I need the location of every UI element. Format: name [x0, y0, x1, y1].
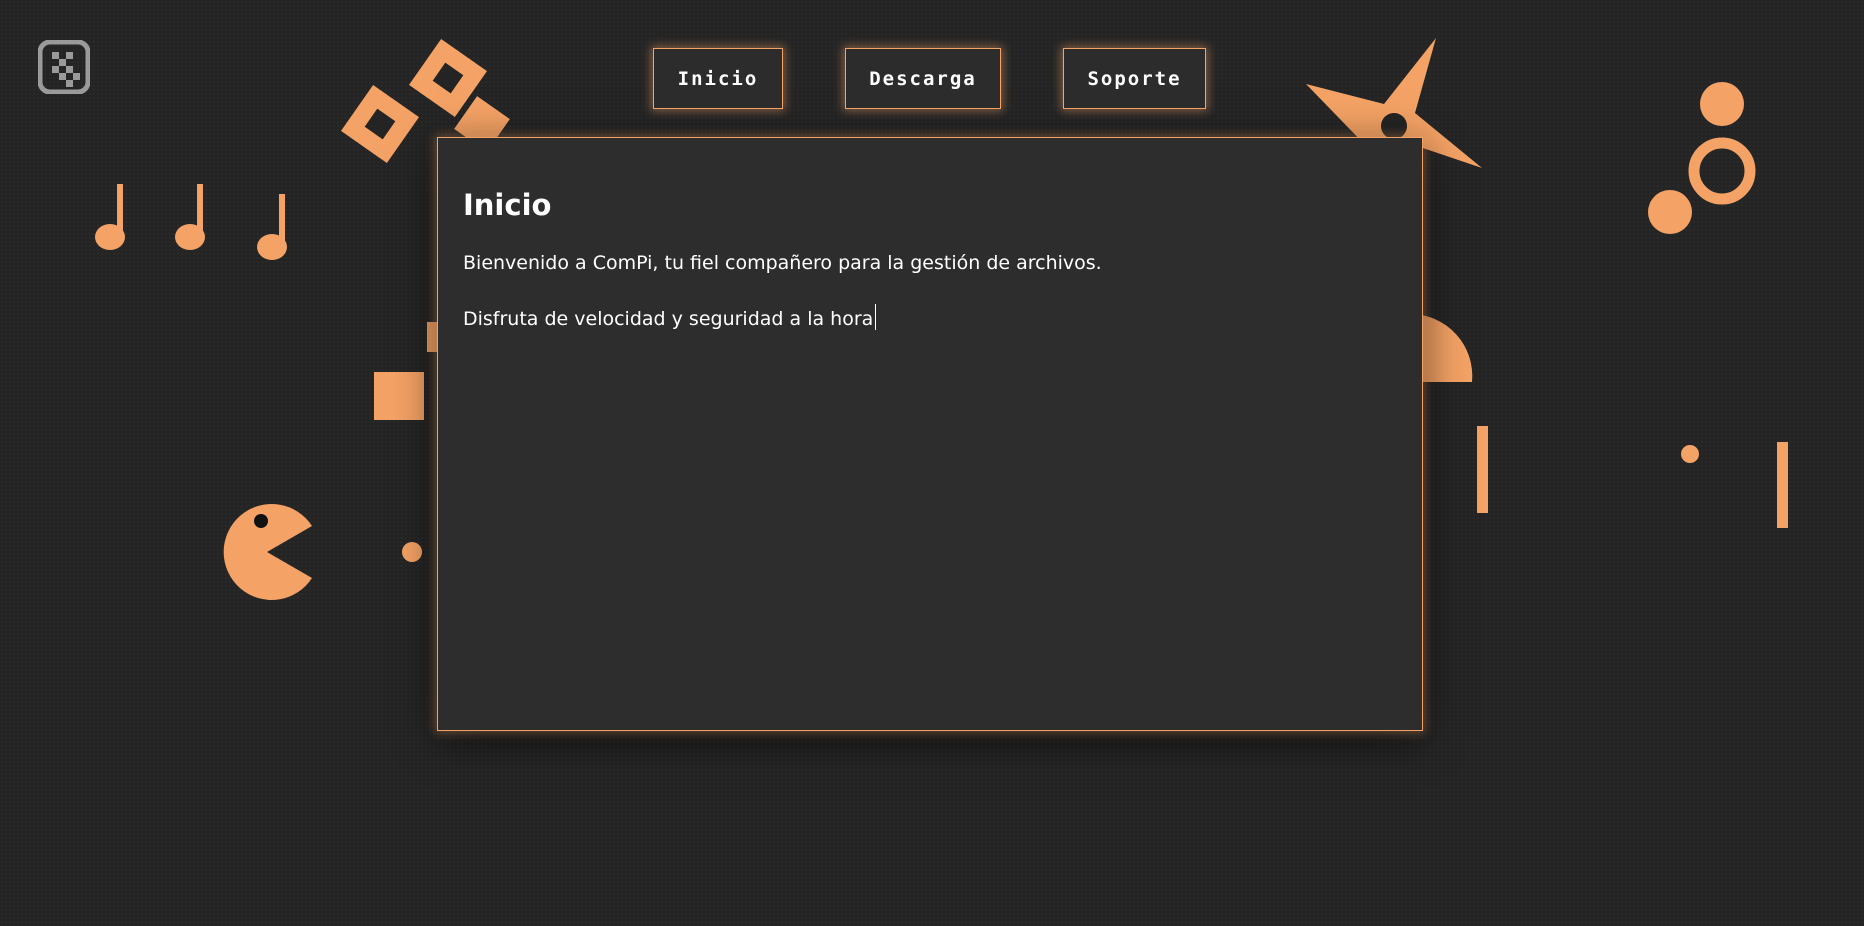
bar-shape — [1777, 442, 1788, 528]
square-shape — [374, 372, 424, 420]
music-note-icon — [95, 184, 125, 250]
nav-button-descarga[interactable]: Descarga — [845, 48, 1001, 109]
text-caret — [875, 304, 877, 330]
dot-shape — [402, 542, 422, 562]
bar-shape — [1477, 426, 1488, 513]
typing-text: Disfruta de velocidad y seguridad a la h… — [463, 308, 874, 330]
circle-shape — [1648, 190, 1692, 234]
dot-shape — [1681, 445, 1699, 463]
music-note-icon — [175, 184, 205, 250]
typing-text-line: Disfruta de velocidad y seguridad a la h… — [463, 304, 1397, 330]
music-note-icon — [257, 194, 287, 260]
pacman-icon — [223, 504, 312, 600]
diamond-square-icon — [341, 85, 419, 163]
panel-title: Inicio — [463, 188, 552, 222]
content-panel: Inicio Bienvenido a ComPi, tu fiel compa… — [437, 137, 1423, 731]
circle-shape — [1700, 82, 1744, 126]
ring-shape — [1688, 137, 1756, 205]
nav-button-inicio[interactable]: Inicio — [653, 48, 783, 109]
welcome-text: Bienvenido a ComPi, tu fiel compañero pa… — [463, 252, 1102, 274]
app-logo-icon[interactable] — [38, 40, 90, 94]
nav-button-soporte[interactable]: Soporte — [1063, 48, 1206, 109]
